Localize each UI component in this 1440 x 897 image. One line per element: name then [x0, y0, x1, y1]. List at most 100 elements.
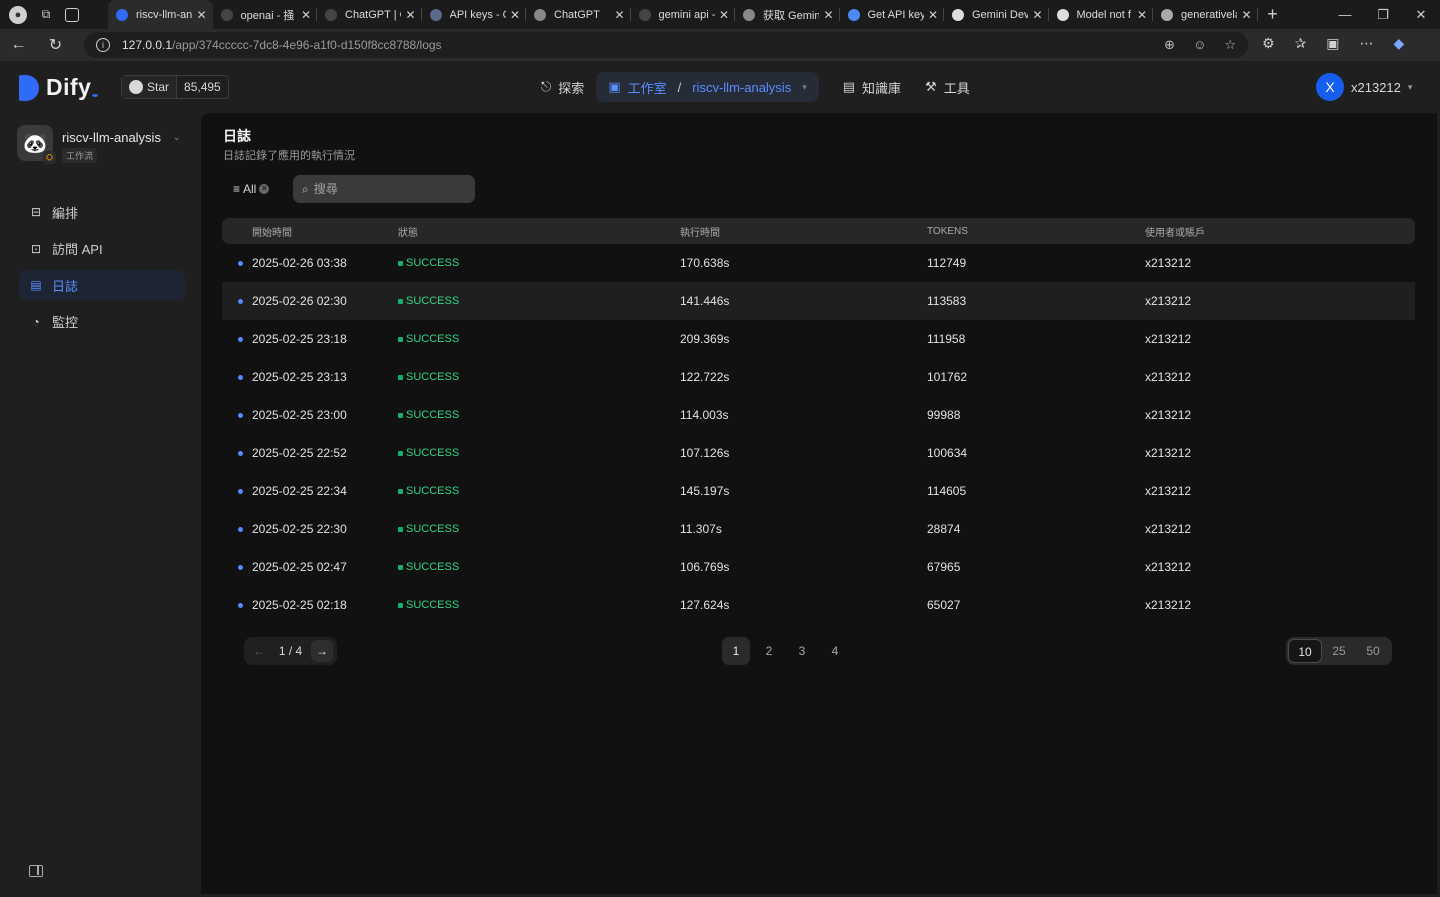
profile-icon[interactable]: ● [9, 5, 27, 24]
tab-close-icon[interactable]: ✕ [928, 8, 938, 22]
status-filter[interactable]: ≡ All ✕ [233, 182, 270, 196]
tab-close-icon[interactable]: ✕ [1137, 8, 1147, 22]
browser-tab[interactable]: generativela ✕ [1153, 0, 1258, 29]
browser-tab[interactable]: riscv-llm-an ✕ [108, 0, 213, 29]
dify-logo[interactable]: Dify [19, 74, 99, 101]
favorite-star-icon[interactable]: ☆ [1224, 37, 1236, 53]
copilot-icon[interactable]: ◆ [1394, 35, 1405, 52]
cell-status: SUCCESS [398, 409, 680, 421]
browser-tab[interactable]: openai - 掻 ✕ [213, 0, 317, 29]
nav-tools[interactable]: ⚒ 工具 [913, 72, 982, 102]
sidebar-item[interactable]: ⊡ 訪問 API [19, 234, 185, 264]
user-menu[interactable]: X x213212 ▾ [1316, 73, 1412, 101]
tab-close-icon[interactable]: ✕ [1241, 8, 1251, 22]
nav-studio[interactable]: ▣ 工作室 / riscv-llm-analysis ▾ [596, 72, 819, 102]
table-row[interactable]: 2025-02-25 23:18 SUCCESS 209.369s 111958 x21… [222, 320, 1415, 358]
tab-close-icon[interactable]: ✕ [823, 8, 833, 22]
browser-tab[interactable]: 获取 Gemini ✕ [735, 0, 840, 29]
browser-tab[interactable]: Get API key ✕ [840, 0, 944, 29]
page-size-option[interactable]: 25 [1322, 639, 1356, 663]
tab-close-icon[interactable]: ✕ [1032, 8, 1042, 22]
back-icon[interactable]: ← [0, 36, 37, 54]
page-indicator: 1 / 4 [278, 644, 303, 658]
table-row[interactable]: 2025-02-25 23:00 SUCCESS 114.003s 99988 x213… [222, 396, 1415, 434]
favorites-icon[interactable]: ✰ [1295, 35, 1307, 52]
site-info-icon[interactable]: i [96, 38, 110, 52]
table-row[interactable]: 2025-02-25 02:47 SUCCESS 106.769s 67965 x213… [222, 548, 1415, 586]
table-row[interactable]: 2025-02-26 03:38 SUCCESS 170.638s 112749 x21… [222, 244, 1415, 282]
table-row[interactable]: 2025-02-25 23:13 SUCCESS 122.722s 101762 x21… [222, 358, 1415, 396]
robot-icon: ▣ [608, 79, 621, 94]
browser-tab[interactable]: gemini api - ✕ [631, 0, 735, 29]
search-input[interactable] [313, 182, 454, 196]
unread-dot-icon [237, 564, 243, 570]
minimize-icon[interactable]: — [1326, 7, 1364, 23]
cell-duration: 106.769s [680, 560, 730, 574]
collapse-sidebar-icon[interactable] [29, 865, 43, 877]
row-marker [222, 336, 252, 342]
url-text[interactable]: 127.0.0.1/app/374ccccc-7dc8-4e96-a1f0-d1… [122, 38, 442, 52]
tab-title: riscv-llm-an [136, 8, 193, 21]
status-text: SUCCESS [406, 333, 460, 345]
chevron-down-icon[interactable]: ▾ [802, 82, 807, 93]
tab-close-icon[interactable]: ✕ [196, 8, 206, 22]
nav-current-app[interactable]: riscv-llm-analysis [692, 80, 791, 95]
sidebar-item[interactable]: ⊟ 編排 [19, 197, 185, 227]
browser-tab[interactable]: ChatGPT | O ✕ [317, 0, 422, 29]
page-number-button[interactable]: 3 [788, 637, 816, 665]
github-star-button[interactable]: Star 85,495 [121, 75, 229, 99]
nav-knowledge[interactable]: ▤ 知識庫 [831, 72, 913, 102]
column-header: 使用者或賬戶 [1145, 227, 1205, 239]
tab-close-icon[interactable]: ✕ [614, 8, 624, 22]
table-row[interactable]: 2025-02-25 02:18 SUCCESS 127.624s 65027 x213… [222, 586, 1415, 624]
page-size-option[interactable]: 50 [1356, 639, 1390, 663]
browser-tab[interactable]: Model not f ✕ [1049, 0, 1153, 29]
app-selector[interactable]: 🐼 ⛭ riscv-llm-analysis ⌄ 工作流 [17, 125, 181, 164]
prev-page-icon[interactable]: ← [248, 644, 270, 658]
more-icon[interactable]: ⋯ [1360, 35, 1374, 52]
clear-filter-icon[interactable]: ✕ [259, 184, 270, 194]
tab-close-icon[interactable]: ✕ [405, 8, 415, 22]
nav-explore[interactable]: ⎋ 探索 [529, 72, 596, 102]
page-number-button[interactable]: 1 [722, 637, 750, 665]
sidebar-item[interactable]: ◔ 監控 [19, 307, 185, 337]
table-row[interactable]: 2025-02-25 22:52 SUCCESS 107.126s 100634 x21… [222, 434, 1415, 472]
window-close-icon[interactable]: ✕ [1402, 7, 1440, 23]
sidebar-item[interactable]: ▤ 日誌 [19, 270, 185, 300]
cell-user: x213212 [1145, 560, 1192, 574]
cell-start-time: 2025-02-25 23:13 [252, 370, 347, 384]
page-number-button[interactable]: 2 [755, 637, 783, 665]
zoom-icon[interactable]: ⊕ [1164, 37, 1175, 53]
split-screen-icon[interactable]: ▣ [1326, 35, 1339, 52]
page-size-option[interactable]: 10 [1288, 639, 1322, 663]
tab-close-icon[interactable]: ✕ [510, 8, 520, 22]
browser-tab[interactable]: ChatGPT ✕ [526, 0, 631, 29]
cell-user: x213212 [1145, 256, 1192, 270]
address-bar[interactable]: i 127.0.0.1/app/374ccccc-7dc8-4e96-a1f0-… [84, 32, 1248, 58]
unread-dot-icon [237, 298, 243, 304]
cell-user: x213212 [1145, 446, 1192, 460]
reload-icon[interactable]: ↻ [37, 35, 74, 55]
tab-actions-icon[interactable] [65, 7, 79, 22]
extensions-icon[interactable]: ⚙ [1262, 35, 1275, 52]
tab-title: Gemini Dev [972, 8, 1029, 21]
next-page-icon[interactable]: → [310, 640, 333, 662]
table-row[interactable]: 2025-02-25 22:34 SUCCESS 145.197s 114605 x21… [222, 472, 1415, 510]
table-row[interactable]: 2025-02-25 22:30 SUCCESS 11.307s 28874 x2132… [222, 510, 1415, 548]
tab-close-icon[interactable]: ✕ [301, 8, 311, 22]
new-tab-icon[interactable]: + [1258, 4, 1288, 25]
restore-icon[interactable]: ❐ [1364, 7, 1402, 23]
tab-close-icon[interactable]: ✕ [719, 8, 729, 22]
chevron-down-icon[interactable]: ⌄ [173, 132, 181, 143]
search-box[interactable]: ⌕ [293, 175, 475, 203]
cell-duration: 122.722s [680, 370, 730, 384]
browser-tab[interactable]: Gemini Dev ✕ [944, 0, 1049, 29]
reader-icon[interactable]: ☺ [1193, 37, 1206, 53]
prev-next-pager: ← 1 / 4 → [244, 637, 337, 665]
cell-start-time: 2025-02-25 22:34 [252, 484, 347, 498]
page-number-button[interactable]: 4 [821, 637, 849, 665]
collections-icon[interactable]: ⧉ [37, 6, 55, 24]
column-header: 狀態 [398, 227, 418, 239]
table-row[interactable]: 2025-02-26 02:30 SUCCESS 141.446s 113583 x21… [222, 282, 1415, 320]
browser-tab[interactable]: API keys - O ✕ [422, 0, 526, 29]
